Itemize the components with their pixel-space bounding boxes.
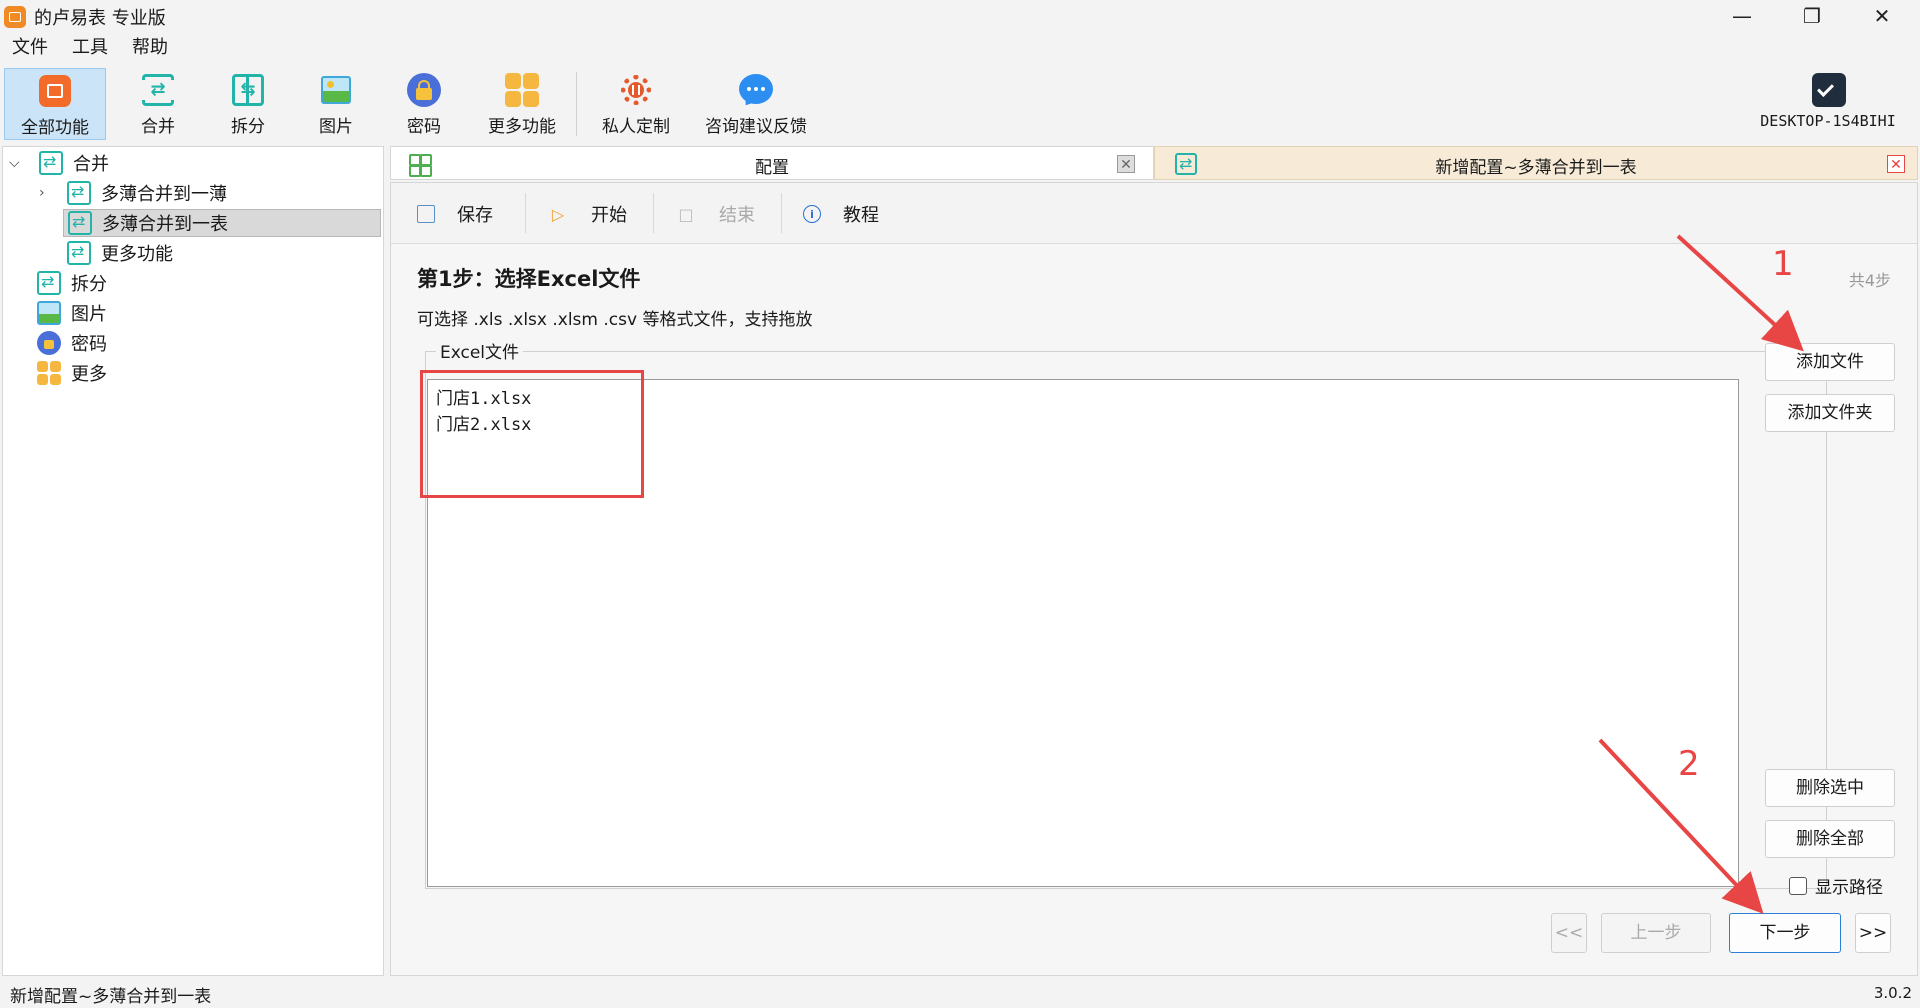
- annotation-arrow-2: [1598, 738, 1764, 914]
- annotation-arrow-1: [1676, 234, 1804, 352]
- annotation-arrows: [1598, 234, 1804, 914]
- status-bar: 新增配置~多薄合并到一表 3.0.2: [0, 978, 1920, 1008]
- status-text: 新增配置~多薄合并到一表: [10, 987, 212, 1007]
- version-label: 3.0.2: [1873, 984, 1912, 1002]
